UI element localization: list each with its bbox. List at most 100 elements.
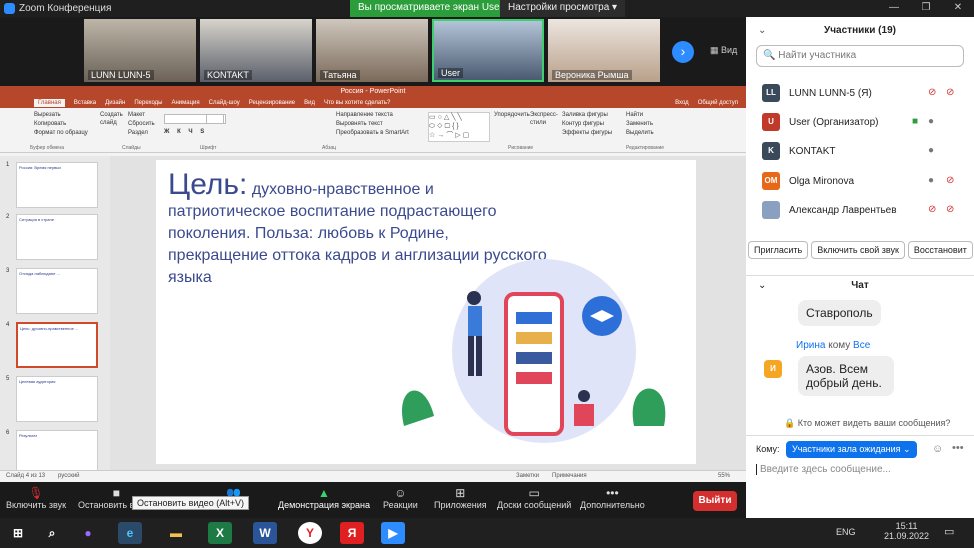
shape-effects-button[interactable]: Эффекты фигуры [562, 129, 612, 138]
chat-input[interactable]: Введите здесь сообщение... [756, 464, 891, 475]
video-tile[interactable]: Вероника Рымша [548, 19, 660, 82]
participant-row[interactable]: OM Olga Mironova ● ⊘ [762, 172, 962, 192]
restore-icon[interactable]: ❐ [910, 0, 942, 13]
share-indicator-icon: ■ [912, 116, 919, 127]
ppt-title: Россия - PowerPoint [0, 86, 746, 97]
zoom-taskbar-icon[interactable]: ▶ [381, 522, 405, 544]
folder-icon[interactable]: ▬ [164, 522, 188, 544]
invite-button[interactable]: Пригласить [748, 241, 809, 259]
cortana-icon[interactable]: ● [76, 522, 100, 544]
recipient-select[interactable]: Участники зала ожидания ⌄ [786, 441, 917, 458]
edge-icon[interactable]: e [118, 522, 142, 544]
view-options-button[interactable]: Настройки просмотра ▾ [500, 0, 626, 17]
smartart-button[interactable]: Преобразовать в SmartArt [336, 129, 409, 138]
reactions-button[interactable]: ☺ Реакции [383, 486, 418, 510]
more-button[interactable]: ••• Дополнительно [580, 486, 645, 510]
apps-button[interactable]: ⊞ Приложения [434, 486, 487, 510]
shape-outline-button[interactable]: Контур фигуры [562, 120, 612, 129]
slide-thumb[interactable]: Целевая аудитория [16, 376, 98, 422]
next-page-button[interactable]: › [672, 41, 694, 63]
ppt-status-bar: Слайд 4 из 13 русский Заметки Примечания… [0, 470, 746, 482]
shapes-gallery[interactable]: ▭○△╲╲ ⬭◇▢{} ☆→⌒▷▢ [428, 112, 490, 142]
search-icon[interactable]: ⌕ [40, 522, 64, 544]
reclaim-host-button[interactable]: Восстановит [907, 241, 973, 259]
leave-button[interactable]: Выйти [693, 491, 737, 511]
keyboard-language[interactable]: ENG [836, 527, 856, 537]
close-icon[interactable]: ✕ [942, 0, 974, 13]
slide-thumb[interactable]: Ситуация в стране [16, 214, 98, 260]
zoom-level[interactable]: 55% [718, 473, 730, 479]
text-direction-button[interactable]: Направление текста [336, 111, 409, 120]
share-link[interactable]: Общий доступ [698, 100, 738, 106]
shape-fill-button[interactable]: Заливка фигуры [562, 111, 612, 120]
whiteboard-icon: ▭ [528, 486, 540, 500]
participant-row[interactable]: LL LUNN LUNN-5 (Я) ⊘ ⊘ [762, 84, 962, 104]
unmute-button[interactable]: 🎙 Включить звук [6, 486, 66, 510]
section-button[interactable]: Раздел [128, 129, 155, 138]
video-tile-active[interactable]: User [432, 19, 544, 82]
slide-illustration [401, 259, 666, 443]
unmute-self-button[interactable]: Включить свой звук [811, 241, 905, 259]
view-button[interactable]: ▦ Вид [710, 45, 737, 56]
video-tile[interactable]: KONTAKT [200, 19, 312, 82]
slide-thumb[interactable]: Отсюда наблюдают ... [16, 268, 98, 314]
tab-design[interactable]: Дизайн [105, 100, 125, 106]
font-size-select[interactable] [206, 114, 224, 124]
align-text-button[interactable]: Выровнять текст [336, 120, 409, 129]
cut-button[interactable]: Вырезать [34, 111, 88, 120]
arrange-button[interactable]: Упорядочить [494, 111, 530, 119]
tab-animation[interactable]: Анимация [171, 100, 199, 106]
tab-view[interactable]: Вид [304, 100, 315, 106]
find-button[interactable]: Найти [626, 111, 654, 120]
select-button[interactable]: Выделить [626, 129, 654, 138]
new-slide-button[interactable]: Создать слайд [100, 111, 123, 127]
slide-thumb-selected[interactable]: Цель: духовно-нравственное ... [16, 322, 98, 368]
comments-button[interactable]: Примечания [552, 473, 587, 479]
video-tile[interactable]: LUNN LUNN-5 [84, 19, 196, 82]
format-painter-button[interactable]: Формат по образцу [34, 129, 88, 138]
participant-actions: Пригласить Включить свой звук Восстанови… [748, 241, 973, 259]
camera-off-icon: ⊘ [946, 87, 955, 98]
share-screen-button[interactable]: ▲ Демонстрация экрана [278, 486, 370, 510]
tab-insert[interactable]: Вставка [74, 100, 96, 106]
slide-thumb[interactable]: Россия: Время первых [16, 162, 98, 208]
ppt-tabs: Главная Вставка Дизайн Переходы Анимация… [0, 97, 746, 108]
windows-start-icon[interactable]: ⊞ [6, 522, 30, 544]
reset-button[interactable]: Сбросить [128, 120, 155, 129]
whiteboards-button[interactable]: ▭ Доски сообщений [497, 486, 571, 510]
sign-in[interactable]: Вход [675, 100, 689, 106]
layout-button[interactable]: Макет [128, 111, 155, 120]
yandex-icon[interactable]: Я [340, 522, 364, 544]
tab-slideshow[interactable]: Слайд-шоу [209, 100, 240, 106]
notes-button[interactable]: Заметки [516, 473, 539, 479]
minimize-icon[interactable]: — [878, 0, 910, 13]
slide[interactable]: Цель: духовно-нравственное и патриотичес… [156, 160, 696, 464]
participants-header: ⌄ Участники (19) [746, 17, 974, 45]
copy-button[interactable]: Копировать [34, 120, 88, 129]
tell-me[interactable]: Что вы хотите сделать? [324, 100, 390, 106]
yandex-browser-icon[interactable]: Y [298, 522, 322, 544]
participant-row[interactable]: U User (Организатор) ■ ● [762, 113, 962, 133]
participant-search-input[interactable]: 🔍 Найти участника [756, 45, 964, 67]
chat-composer: Кому: Участники зала ожидания ⌄ ☺ ••• Вв… [746, 435, 974, 517]
participant-row[interactable]: K KONTAKT ● [762, 142, 962, 162]
tab-home[interactable]: Главная [34, 98, 65, 107]
tab-review[interactable]: Рецензирование [249, 100, 295, 106]
participant-row[interactable]: Александр Лаврентьев ⊘ ⊘ [762, 201, 962, 221]
chevron-down-icon[interactable]: ⌄ [758, 17, 766, 45]
tab-transitions[interactable]: Переходы [134, 100, 162, 106]
emoji-icon[interactable]: ☺ [932, 443, 943, 455]
shared-screen: Россия - PowerPoint Главная Вставка Диза… [0, 86, 746, 482]
more-icon[interactable]: ••• [952, 442, 964, 454]
quick-styles-button[interactable]: Экспресс-стили [530, 111, 558, 127]
who-can-see-link[interactable]: 🔒 Кто может видеть ваши сообщения? [784, 418, 950, 429]
clock[interactable]: 15:11 21.09.2022 [884, 521, 929, 541]
word-icon[interactable]: W [253, 522, 277, 544]
notifications-icon[interactable]: ▭ [944, 525, 954, 538]
chevron-down-icon[interactable]: ⌄ [758, 276, 766, 296]
slide-thumbnails: 1 Россия: Время первых 2 Ситуация в стра… [0, 156, 110, 476]
replace-button[interactable]: Заменить [626, 120, 654, 129]
excel-icon[interactable]: X [208, 522, 232, 544]
video-tile[interactable]: Татьяна [316, 19, 428, 82]
font-format-buttons[interactable]: Ж К Ч S [164, 128, 207, 137]
